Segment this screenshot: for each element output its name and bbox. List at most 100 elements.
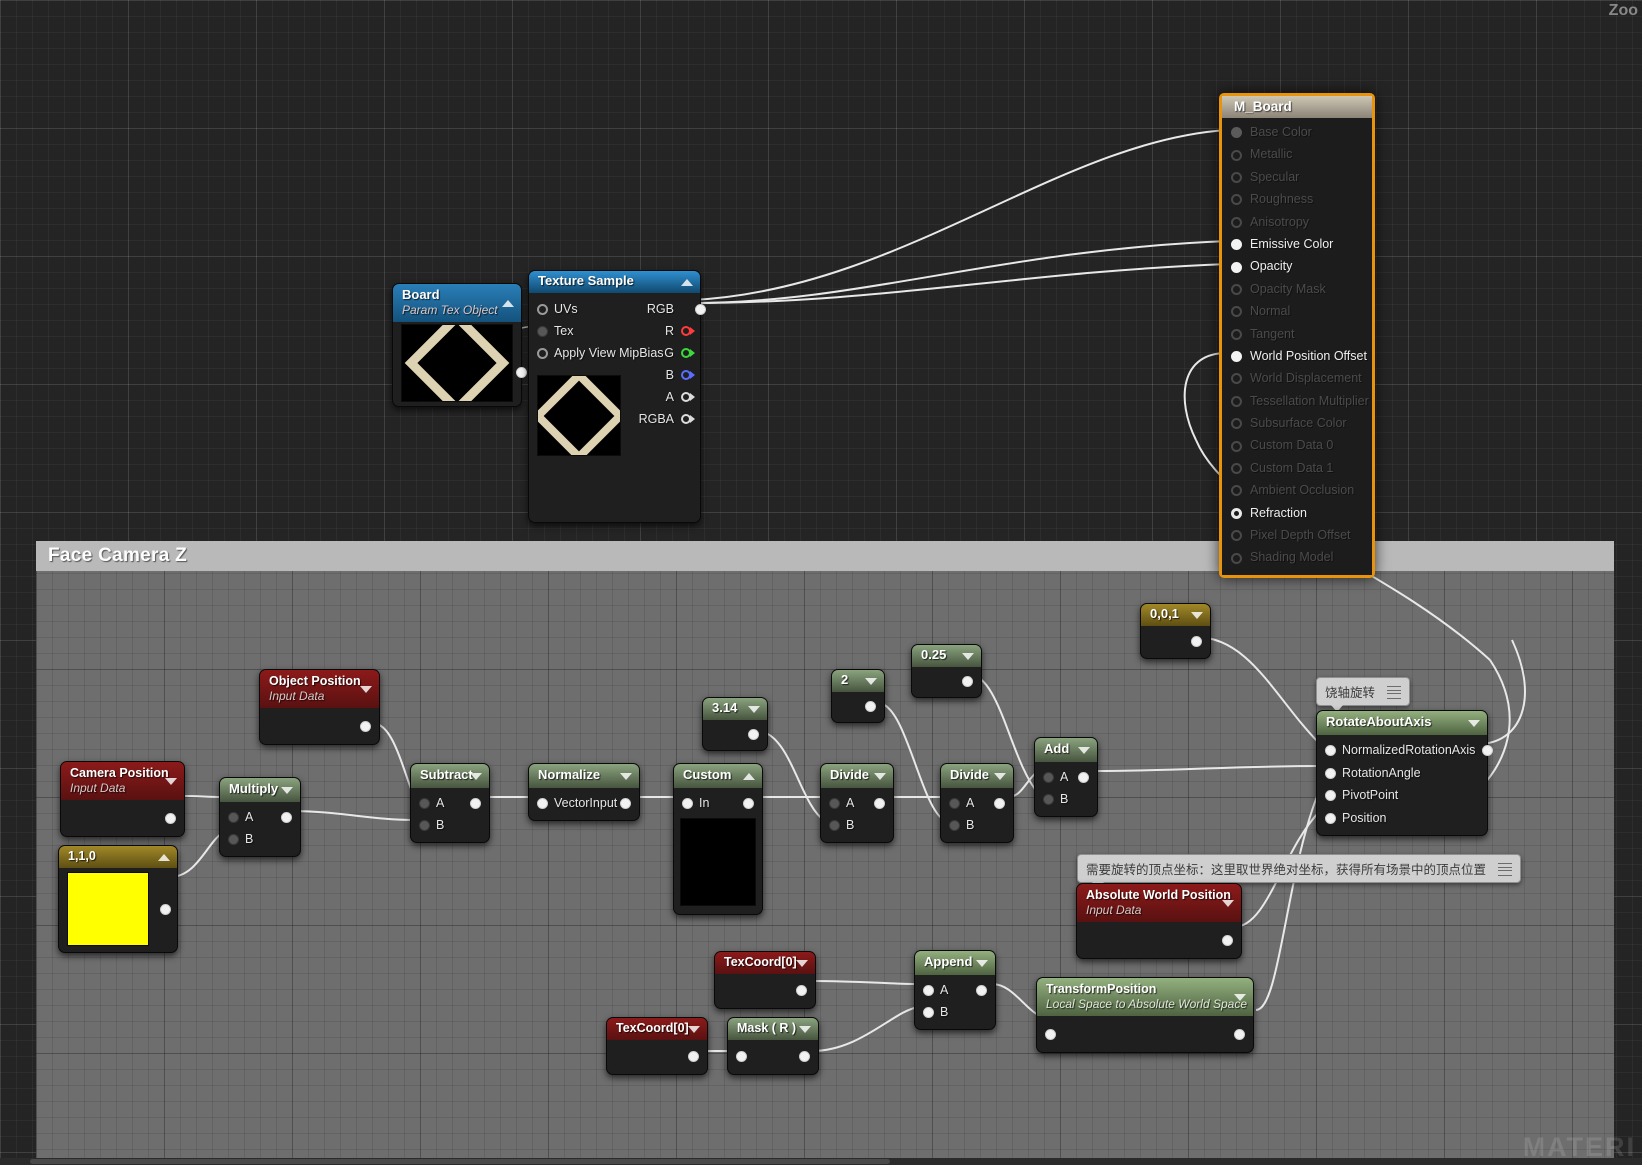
chevron-down-icon[interactable] — [360, 686, 372, 693]
node-const-314[interactable]: 3.14 — [702, 697, 768, 751]
node-normalize-header[interactable]: Normalize — [529, 764, 639, 788]
m-board-input-row[interactable]: Metallic — [1222, 143, 1372, 165]
node-subtract-header[interactable]: Subtract — [411, 764, 489, 788]
pin-a[interactable] — [1043, 772, 1054, 783]
chevron-down-icon[interactable] — [1468, 720, 1480, 727]
chevron-down-icon[interactable] — [874, 773, 886, 780]
pin-a[interactable] — [681, 391, 695, 403]
object-position-output-pin[interactable] — [360, 721, 371, 732]
absolute-world-position-output-pin[interactable] — [1222, 935, 1233, 946]
node-add-header[interactable]: Add — [1035, 738, 1097, 762]
texcoord-top-output-pin[interactable] — [796, 985, 807, 996]
const-314-output-pin[interactable] — [748, 729, 759, 740]
chevron-down-icon[interactable] — [799, 1026, 811, 1033]
pin-b[interactable] — [949, 820, 960, 831]
chevron-down-icon[interactable] — [976, 960, 988, 967]
horizontal-scrollbar[interactable] — [0, 1158, 1642, 1165]
m-board-input-row[interactable]: Normal — [1222, 300, 1372, 322]
node-texcoord-bottom-header[interactable]: TexCoord[0] — [607, 1018, 707, 1040]
pin-b[interactable] — [829, 820, 840, 831]
m-board-input-row[interactable]: Custom Data 0 — [1222, 434, 1372, 456]
node-const-001[interactable]: 0,0,1 — [1140, 603, 1211, 659]
vector-110-output-pin[interactable] — [160, 904, 171, 915]
mask-r-output-pin[interactable] — [799, 1051, 810, 1062]
pin-a[interactable] — [829, 798, 840, 809]
m-board-input-pin[interactable] — [1231, 216, 1242, 228]
pin-b[interactable] — [1043, 794, 1054, 805]
pin-in[interactable] — [682, 798, 693, 809]
node-transform-position-header[interactable]: TransformPosition Local Space to Absolut… — [1037, 978, 1253, 1016]
chevron-down-icon[interactable] — [470, 773, 482, 780]
chevron-down-icon[interactable] — [281, 787, 293, 794]
node-custom-header[interactable]: Custom — [674, 764, 762, 788]
m-board-input-pin[interactable] — [1231, 463, 1242, 475]
m-board-input-pin[interactable] — [1231, 395, 1242, 407]
m-board-input-pin[interactable] — [1231, 127, 1242, 139]
m-board-input-pin[interactable] — [1231, 507, 1242, 519]
m-board-input-pin[interactable] — [1231, 149, 1242, 161]
chevron-up-icon[interactable] — [743, 773, 755, 780]
pin-a[interactable] — [923, 985, 934, 996]
node-object-position[interactable]: Object Position Input Data — [259, 669, 380, 745]
multiply-output-pin[interactable] — [281, 812, 292, 823]
pin-a[interactable] — [419, 798, 430, 809]
node-camera-position-header[interactable]: Camera Position Input Data — [61, 762, 184, 800]
node-const-025-header[interactable]: 0.25 — [912, 645, 981, 667]
pin-position[interactable] — [1325, 812, 1336, 824]
node-absolute-world-position-header[interactable]: Absolute World Position Input Data — [1077, 884, 1241, 922]
material-graph-canvas[interactable]: Face Camera Z Board Param Tex Object Tex… — [0, 0, 1642, 1165]
chevron-down-icon[interactable] — [1234, 994, 1246, 1001]
node-divide-2-header[interactable]: Divide — [941, 764, 1013, 788]
node-object-position-header[interactable]: Object Position Input Data — [260, 670, 379, 708]
m-board-input-row[interactable]: Ambient Occlusion — [1222, 479, 1372, 501]
m-board-input-pin[interactable] — [1231, 328, 1242, 340]
m-board-input-pin[interactable] — [1231, 485, 1242, 497]
node-const-2[interactable]: 2 — [831, 669, 885, 723]
m-board-input-pin[interactable] — [1231, 351, 1242, 363]
node-mask-r-header[interactable]: Mask ( R ) — [728, 1018, 818, 1040]
pin-a[interactable] — [949, 798, 960, 809]
pin-rotationangle[interactable] — [1325, 767, 1336, 779]
m-board-input-pin[interactable] — [1231, 171, 1242, 183]
node-append-header[interactable]: Append — [915, 951, 995, 975]
m-board-input-pin[interactable] — [1231, 283, 1242, 295]
m-board-input-row[interactable]: Roughness — [1222, 188, 1372, 210]
divide-2-output-pin[interactable] — [994, 798, 1005, 809]
m-board-input-pin[interactable] — [1231, 194, 1242, 206]
node-texcoord-bottom[interactable]: TexCoord[0] — [606, 1017, 708, 1075]
node-mask-r[interactable]: Mask ( R ) — [727, 1017, 819, 1075]
node-vector-110-header[interactable]: 1,1,0 — [59, 846, 177, 868]
pin-rgb[interactable] — [695, 304, 706, 315]
node-multiply[interactable]: Multiply A B — [219, 777, 301, 857]
m-board-input-row[interactable]: Shading Model — [1222, 546, 1372, 568]
chevron-down-icon[interactable] — [994, 773, 1006, 780]
node-texture-sample[interactable]: Texture Sample UVs RGB Tex R Apply View … — [528, 270, 706, 523]
m-board-input-row[interactable]: Base Color — [1222, 121, 1372, 143]
pin-r[interactable] — [681, 325, 695, 337]
chevron-up-icon[interactable] — [158, 854, 170, 861]
node-texture-sample-header[interactable]: Texture Sample — [529, 271, 700, 293]
pin-b[interactable] — [419, 820, 430, 831]
mask-r-input-pin[interactable] — [736, 1051, 747, 1062]
scrollbar-thumb[interactable] — [30, 1159, 890, 1164]
transform-position-output-pin[interactable] — [1234, 1029, 1245, 1040]
node-m-board-output[interactable]: M_Board Base Color Metallic Specular Roughn… — [1219, 93, 1375, 578]
node-board-header[interactable]: Board Param Tex Object — [393, 284, 521, 322]
chevron-down-icon[interactable] — [865, 678, 877, 685]
const-2-output-pin[interactable] — [865, 701, 876, 712]
const-001-output-pin[interactable] — [1191, 636, 1202, 647]
node-append[interactable]: Append A B — [914, 950, 996, 1030]
pin-a[interactable] — [228, 812, 239, 823]
node-divide-2[interactable]: Divide A B — [940, 763, 1014, 843]
node-texcoord-top[interactable]: TexCoord[0] — [714, 951, 816, 1009]
pin-b[interactable] — [923, 1007, 934, 1018]
node-normalize[interactable]: Normalize VectorInput — [528, 763, 640, 821]
m-board-input-row[interactable]: Specular — [1222, 166, 1372, 188]
m-board-input-pin[interactable] — [1231, 239, 1242, 251]
chevron-down-icon[interactable] — [1222, 900, 1234, 907]
node-camera-position[interactable]: Camera Position Input Data — [60, 761, 185, 837]
node-const-001-header[interactable]: 0,0,1 — [1141, 604, 1210, 626]
node-divide-1-header[interactable]: Divide — [821, 764, 893, 788]
node-absolute-world-position[interactable]: Absolute World Position Input Data — [1076, 883, 1242, 959]
node-rotate-about-axis[interactable]: RotateAboutAxis NormalizedRotationAxis R… — [1316, 710, 1493, 836]
